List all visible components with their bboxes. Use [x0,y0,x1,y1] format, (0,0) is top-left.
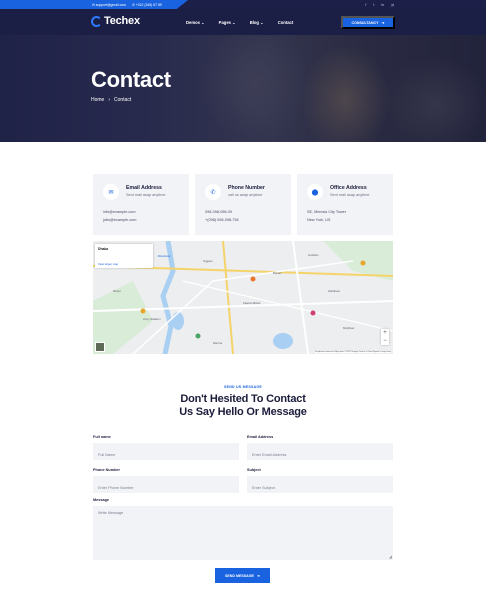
subject-input[interactable] [247,479,393,497]
email-field [247,443,393,464]
satellite-toggle[interactable] [95,342,105,352]
map-label: Mirpur [113,289,121,293]
consultancy-button[interactable]: CONSULTANCY ➔ [341,16,395,29]
message-label: Message [93,498,110,502]
send-message-button[interactable]: SEND MESSAGE ➔ [215,568,270,583]
map-label: Tejgaon [203,259,213,263]
logo-mark-icon [91,15,102,27]
email-label: Email Address [247,435,274,439]
email-card: ✉ Email Address Sent mail asap anytime i… [93,174,189,235]
map-zoom-controls: + − [381,329,389,345]
full-name-input[interactable] [93,446,239,464]
map-label: Hatirjheel [328,289,340,293]
card-phone-1[interactable]: 098-098-098-09 [205,210,232,214]
card-subtitle: call us asap anytime [228,193,263,197]
phone-card: ✆ Phone Number call us asap anytime 098-… [195,174,291,235]
message-field: ◢ [93,506,393,560]
breadcrumb-separator: › [108,97,111,103]
card-email-1[interactable]: info@example.com [103,210,136,214]
twitter-icon[interactable]: t [373,3,374,7]
phone-field [93,476,239,497]
top-bar: ✉ support@gmail.com ✆ +012 (345) 67 89 f… [0,0,486,9]
top-phone[interactable]: ✆ +012 (345) 67 89 [132,3,162,7]
view-larger-map-link[interactable]: View larger map [98,262,118,266]
map-label: Banani [273,271,282,275]
map-info-box: Dhaka View larger map [95,244,153,268]
directions-button[interactable]: Directions [153,244,175,264]
card-address-2: New York, US [307,218,331,222]
section-heading-line-2: Us Say Hello Or Message [179,406,307,418]
card-subtitle: Sent mail asap anytime [330,193,370,197]
map-label: Motijheel [343,326,355,330]
arrow-right-icon: ➔ [381,20,385,25]
map-label: Kawran Bazar [243,301,261,305]
nav-item-contact[interactable]: Contact [278,20,294,25]
top-contact-strip: ✉ support@gmail.com ✆ +012 (345) 67 89 [0,0,188,9]
breadcrumb: Home › Contact [91,97,131,103]
full-name-field [93,443,239,464]
zoom-out-button[interactable]: − [383,338,387,344]
send-message-label: SEND MESSAGE [225,573,254,578]
zoom-in-button[interactable]: + [383,330,387,336]
card-title: Office Address [330,185,367,191]
map-label: Army Stadium [143,317,161,321]
nav-item-label: Blog [249,19,259,25]
email-input[interactable] [247,446,393,464]
page-hero: Contact Home › Contact [0,35,486,142]
arrow-right-icon: ➔ [256,573,260,578]
hero-overlay [0,35,486,142]
card-subtitle: Sent mail asap anytime [126,193,166,197]
card-title: Phone Number [228,185,265,191]
card-title: Email Address [126,185,162,191]
nav-item-blog[interactable]: Blog ⌄ [250,20,264,25]
nav-item-pages[interactable]: Pages ⌄ [219,20,236,25]
map-label: Gulshan [308,253,319,257]
message-textarea[interactable] [93,506,393,560]
logo-text: Techex [104,15,140,27]
card-email-2[interactable]: jobs@example.com [103,218,136,222]
section-heading-line-1: Don't Hesited To Contact [180,393,306,405]
phone-label: Phone Number [93,468,121,472]
nav-item-demos[interactable]: Demos ⌄ [186,20,205,25]
full-name-label: Full name [93,435,111,439]
subject-label: Subject [247,468,261,472]
top-phone-text: +012 (345) 67 89 [135,2,162,7]
directions-label: Directions [157,254,171,258]
resize-grip-icon[interactable]: ◢ [389,554,392,559]
mail-icon: ✉ [103,184,119,200]
breadcrumb-home[interactable]: Home [91,97,104,103]
nav-menu: Demos ⌄ Pages ⌄ Blog ⌄ Contact [186,9,293,35]
nav-item-label: Pages [218,19,231,25]
google-map[interactable]: Dhaka View larger map Directions Tejgaon… [93,241,393,354]
top-email[interactable]: ✉ support@gmail.com [92,3,126,7]
nav-item-label: Demos [186,19,200,25]
map-place-name: Dhaka [98,247,109,251]
card-phone-2[interactable]: +(098) 098-098-754 [205,218,239,222]
main-nav: Techex Demos ⌄ Pages ⌄ Blog ⌄ Contact CO… [0,9,486,35]
section-heading: Don't Hesited To Contact Us Say Hello Or… [0,393,486,419]
office-card: ⬤ Office Address Sent mail asap anytime … [297,174,393,235]
location-pin-icon: ⬤ [307,184,323,200]
breadcrumb-current: Contact [114,97,132,103]
section-eyebrow: SEND US MESSAGE [224,385,262,389]
top-email-text: support@gmail.com [95,2,126,7]
social-links: f t in yt [365,0,394,9]
card-address-1: SE, Minnsla City Tower [307,210,346,214]
map-attribution: Keyboard shortcuts Map data ©2022 Google… [315,351,391,353]
linkedin-icon[interactable]: in [381,3,384,7]
youtube-icon[interactable]: yt [391,3,394,7]
phone-icon: ✆ [205,184,221,200]
logo[interactable]: Techex [91,15,140,27]
facebook-icon[interactable]: f [365,3,366,7]
page-title: Contact [91,67,171,92]
phone-input[interactable] [93,479,239,497]
map-label: Ramna [213,341,223,345]
consultancy-button-label: CONSULTANCY [351,20,379,25]
subject-field [247,476,393,497]
